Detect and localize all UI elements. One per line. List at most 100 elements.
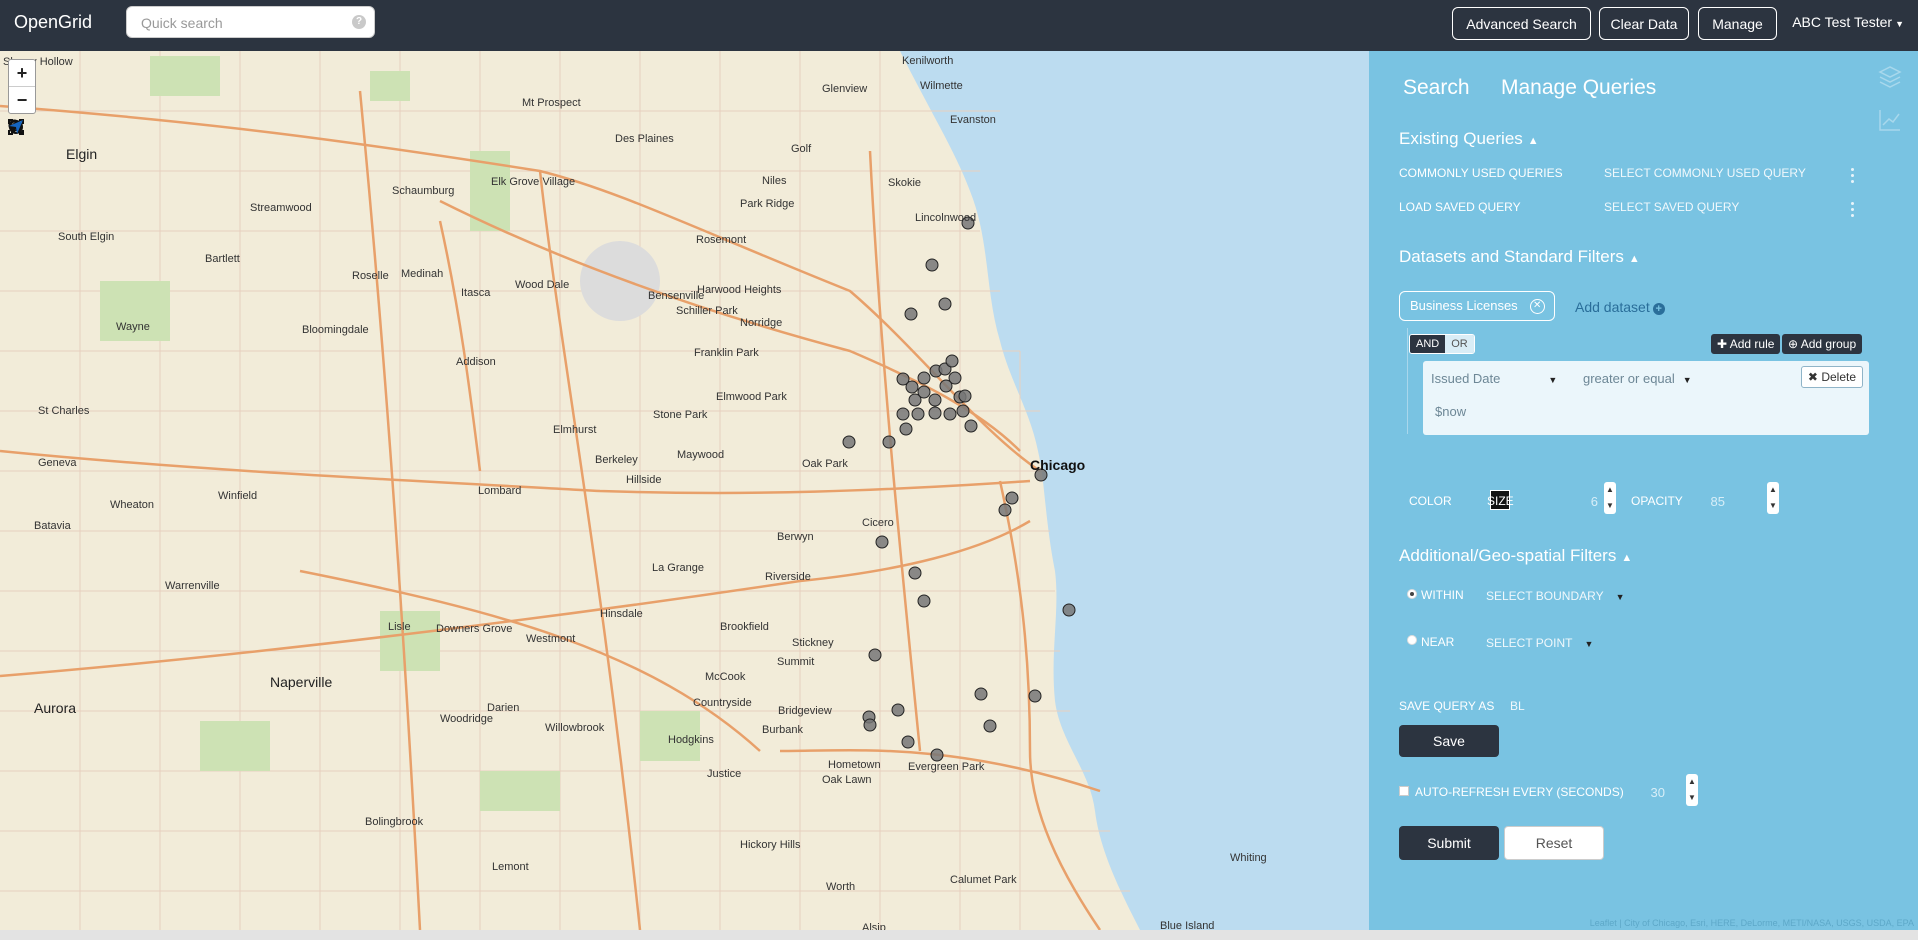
- map-label-mccook: McCook: [705, 671, 746, 683]
- map-label-burbank: Burbank: [762, 724, 803, 736]
- existing-queries-header[interactable]: Existing Queries ▲: [1399, 129, 1539, 149]
- query-builder: AND OR ✚ Add rule ⊕ Add group Issued Dat…: [1407, 328, 1886, 435]
- rule-value-input[interactable]: $now: [1435, 404, 1466, 419]
- add-dataset-link[interactable]: Add dataset +: [1575, 299, 1665, 315]
- map-label-itasca: Itasca: [461, 287, 491, 299]
- caret-up-icon[interactable]: ▲: [1686, 774, 1698, 790]
- map-label-hometown: Hometown: [828, 759, 881, 771]
- and-or-toggle: AND OR: [1409, 334, 1475, 354]
- auto-refresh-checkbox[interactable]: [1399, 786, 1409, 796]
- brand-logo[interactable]: OpenGrid: [14, 12, 92, 33]
- submit-button[interactable]: Submit: [1399, 826, 1499, 860]
- or-button[interactable]: OR: [1445, 335, 1474, 353]
- zoom-out-button[interactable]: −: [9, 86, 35, 113]
- caret-up-icon[interactable]: ▲: [1767, 482, 1779, 498]
- map-label-wood-dale: Wood Dale: [515, 279, 570, 291]
- map-label-rosemont: Rosemont: [696, 234, 747, 246]
- help-icon[interactable]: ?: [352, 15, 366, 29]
- layers-icon[interactable]: [1877, 63, 1903, 89]
- geo-filters-header[interactable]: Additional/Geo-spatial Filters ▲: [1399, 546, 1632, 566]
- kebab-menu-icon[interactable]: [1851, 202, 1855, 220]
- map-label-geneva: Geneva: [38, 457, 77, 469]
- caret-down-icon: ▼: [1615, 592, 1625, 602]
- auto-refresh-stepper[interactable]: ▲ ▼: [1686, 774, 1698, 806]
- commonly-used-select[interactable]: SELECT COMMONLY USED QUERY: [1604, 166, 1806, 180]
- add-group-button[interactable]: ⊕ Add group: [1782, 334, 1863, 354]
- rule-field-value: Issued Date: [1431, 371, 1501, 386]
- user-menu[interactable]: ABC Test Tester ▼: [1792, 14, 1904, 30]
- locate-icon[interactable]: [8, 120, 34, 181]
- quick-search-box: ?: [126, 6, 375, 38]
- zoom-in-button[interactable]: +: [9, 60, 35, 86]
- opacity-stepper[interactable]: ▲ ▼: [1767, 482, 1779, 514]
- navigate-icon[interactable]: [8, 120, 34, 289]
- plus-circle-icon: +: [1652, 303, 1665, 315]
- rule-field-select[interactable]: Issued Date ▼: [1431, 371, 1557, 386]
- fullscreen-icon[interactable]: [8, 119, 34, 253]
- map-attribution[interactable]: Leaflet | City of Chicago, Esri, HERE, D…: [1590, 918, 1914, 928]
- map-label-medinah: Medinah: [401, 268, 444, 280]
- datasets-header[interactable]: Datasets and Standard Filters ▲: [1399, 247, 1640, 267]
- delete-rule-button[interactable]: ✖ Delete: [1800, 366, 1863, 388]
- near-radio[interactable]: [1407, 635, 1417, 645]
- rule-operator-value: greater or equal: [1583, 371, 1675, 386]
- quick-search-input[interactable]: [139, 8, 343, 38]
- bottom-scrollbar[interactable]: [0, 930, 1918, 940]
- dataset-chip[interactable]: Business Licenses ✕: [1399, 291, 1555, 321]
- and-button[interactable]: AND: [1410, 335, 1446, 353]
- map-label-mt-prospect: Mt Prospect: [522, 97, 581, 109]
- caret-down-icon: ▼: [1548, 375, 1558, 385]
- map-label-cicero: Cicero: [862, 517, 894, 529]
- add-rule-button[interactable]: ✚ Add rule: [1711, 334, 1781, 354]
- within-label: WITHIN: [1421, 588, 1464, 602]
- size-label: SIZE: [1487, 494, 1514, 508]
- map-label-harwood-heights: Harwood Heights: [697, 284, 782, 296]
- map-label-st-charles: St Charles: [38, 405, 90, 417]
- map-view[interactable]: Chicago Naperville Aurora Elgin Evanston…: [0, 51, 1369, 930]
- commonly-used-label: COMMONLY USED QUERIES: [1399, 166, 1563, 180]
- map-label-norridge: Norridge: [740, 317, 783, 329]
- point-select[interactable]: SELECT POINT ▼: [1486, 636, 1593, 650]
- caret-down-icon[interactable]: ▼: [1686, 790, 1698, 806]
- map-label-hinsdale: Hinsdale: [600, 608, 643, 620]
- map-label-evergreen-park: Evergreen Park: [908, 761, 985, 773]
- manage-button[interactable]: Manage: [1698, 7, 1777, 40]
- map-label-des-plaines: Des Plaines: [615, 133, 674, 145]
- advanced-search-button[interactable]: Advanced Search: [1452, 7, 1591, 40]
- map-label-niles: Niles: [762, 175, 787, 187]
- load-saved-select[interactable]: SELECT SAVED QUERY: [1604, 200, 1739, 214]
- map-label-whiting: Whiting: [1230, 852, 1267, 864]
- kebab-menu-icon[interactable]: [1851, 168, 1855, 186]
- tab-manage-queries[interactable]: Manage Queries: [1501, 76, 1656, 100]
- rule-operator-select[interactable]: greater or equal ▼: [1583, 371, 1692, 386]
- map-label-aurora: Aurora: [34, 700, 77, 716]
- clear-data-button[interactable]: Clear Data: [1599, 7, 1689, 40]
- save-query-label: SAVE QUERY AS: [1399, 699, 1495, 713]
- boundary-select[interactable]: SELECT BOUNDARY ▼: [1486, 589, 1625, 603]
- caret-down-icon[interactable]: ▼: [1604, 498, 1616, 514]
- query-rule: Issued Date ▼ greater or equal ▼ $now ✖ De…: [1423, 361, 1869, 435]
- within-radio[interactable]: [1407, 589, 1417, 599]
- zoom-box-icon[interactable]: [8, 119, 34, 217]
- tab-search[interactable]: Search: [1403, 76, 1470, 100]
- size-input[interactable]: 6: [1568, 494, 1598, 509]
- auto-refresh-label: AUTO-REFRESH EVERY (SECONDS): [1415, 785, 1624, 799]
- auto-refresh-input[interactable]: 30: [1635, 785, 1665, 800]
- save-query-input[interactable]: BL: [1510, 699, 1525, 713]
- reset-button[interactable]: Reset: [1504, 826, 1604, 860]
- close-icon: ✖: [1807, 370, 1822, 384]
- opacity-input[interactable]: 85: [1695, 494, 1725, 509]
- map-label-kenilworth: Kenilworth: [902, 55, 954, 67]
- map-label-woodridge: Woodridge: [440, 713, 493, 725]
- caret-up-icon[interactable]: ▲: [1604, 482, 1616, 498]
- remove-dataset-icon[interactable]: ✕: [1529, 299, 1545, 314]
- map-label-addison: Addison: [456, 356, 496, 368]
- save-button[interactable]: Save: [1399, 725, 1499, 757]
- caret-down-icon[interactable]: ▼: [1767, 498, 1779, 514]
- chart-icon[interactable]: [1877, 107, 1903, 133]
- map-label-oak-park: Oak Park: [802, 458, 848, 470]
- size-stepper[interactable]: ▲ ▼: [1604, 482, 1616, 514]
- map-label-berkeley: Berkeley: [595, 454, 638, 466]
- map-label-westmont: Westmont: [526, 633, 576, 645]
- map-tools: [8, 119, 34, 299]
